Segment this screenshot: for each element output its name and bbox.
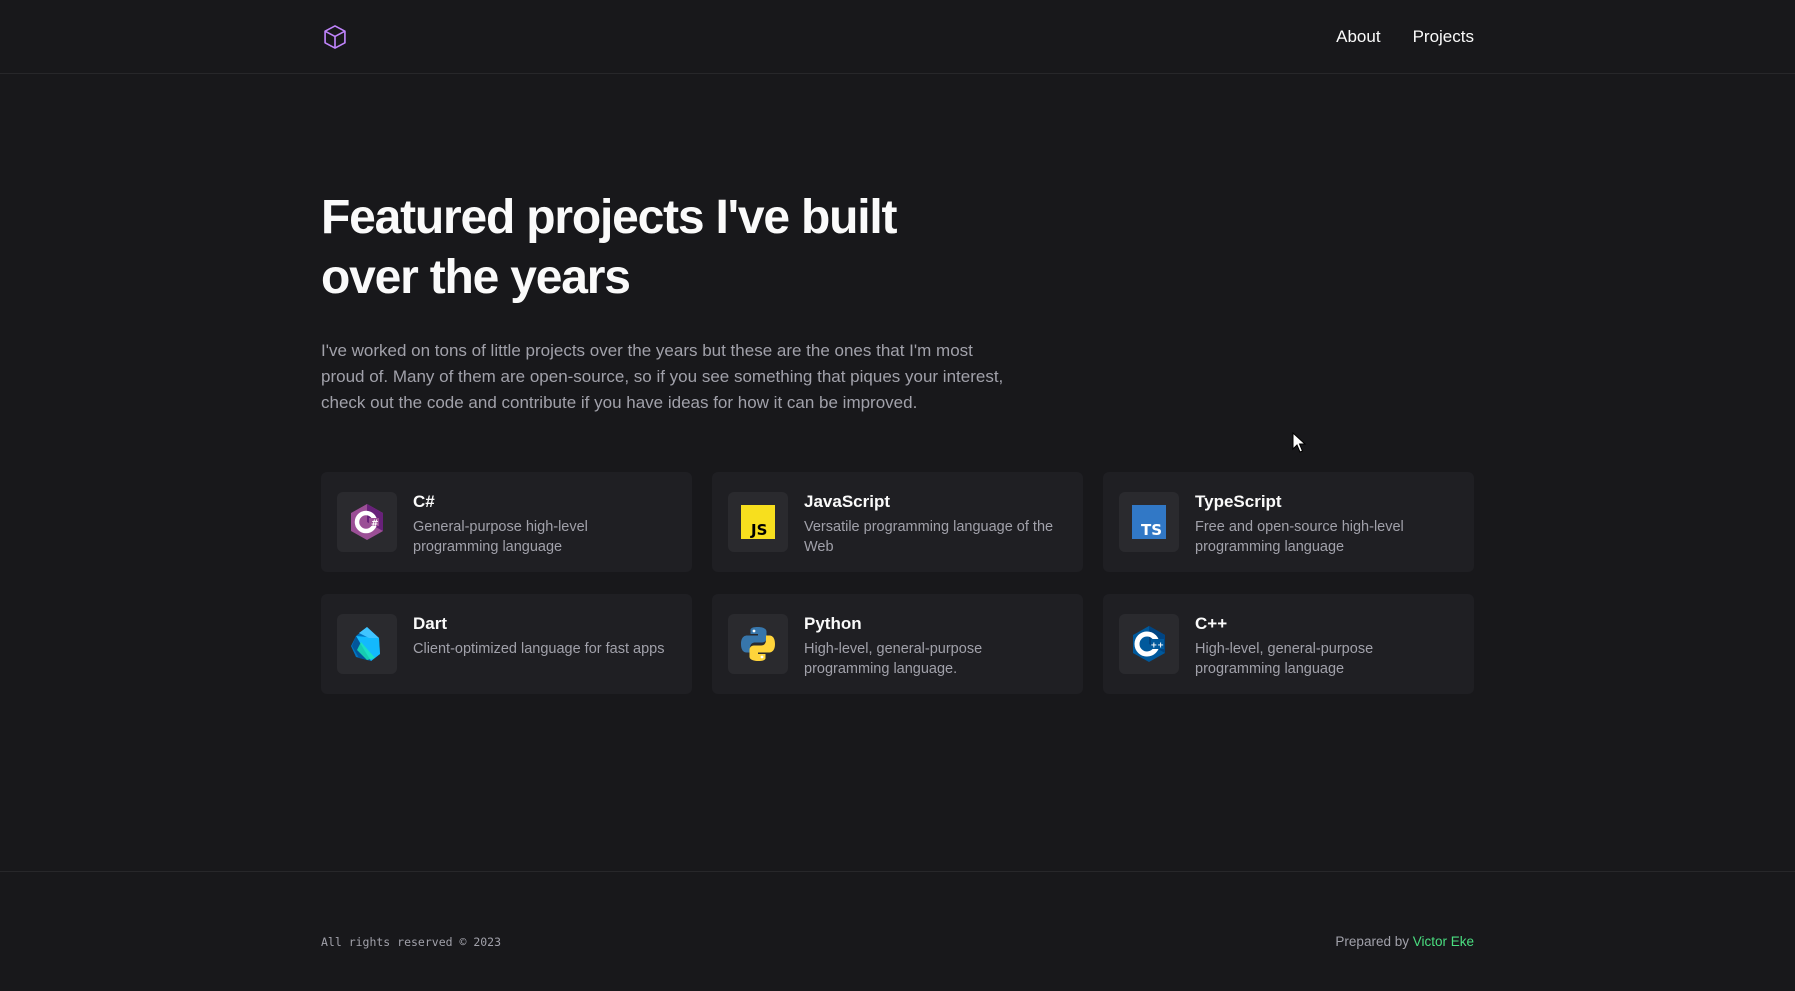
project-card-dart[interactable]: Dart Client-optimized language for fast … [321, 594, 692, 694]
site-header: About Projects [0, 0, 1795, 74]
project-card-typescript[interactable]: TS TypeScript Free and open-source high-… [1103, 472, 1474, 572]
javascript-icon: JS [741, 505, 775, 539]
csharp-icon-box: # [337, 492, 397, 552]
project-title: C# [413, 492, 435, 511]
mouse-cursor-icon [1292, 432, 1306, 453]
nav-about-link[interactable]: About [1336, 27, 1380, 47]
main-content: Featured projects I've built over the ye… [0, 74, 1795, 694]
project-title: TypeScript [1195, 492, 1282, 511]
project-title: JavaScript [804, 492, 890, 511]
project-description: Client-optimized language for fast apps [413, 641, 665, 657]
project-description: General-purpose high-level programming l… [413, 519, 588, 555]
svg-text:#: # [371, 519, 379, 529]
project-description: High-level, general-purpose programming … [804, 641, 983, 677]
prepared-by: Prepared by Victor Eke [1335, 934, 1474, 949]
projects-grid: # C# General-purpose high-level programm… [321, 472, 1474, 694]
cplusplus-icon: ++ [1133, 626, 1165, 662]
main-nav: About Projects [1336, 27, 1474, 47]
nav-projects-link[interactable]: Projects [1413, 27, 1474, 47]
dart-icon-box [337, 614, 397, 674]
project-description: Free and open-source high-level programm… [1195, 519, 1404, 555]
author-link[interactable]: Victor Eke [1413, 934, 1474, 949]
python-icon-box [728, 614, 788, 674]
copyright-text: All rights reserved © 2023 [321, 934, 502, 949]
intro-paragraph: I've worked on tons of little projects o… [321, 341, 1004, 412]
cube-icon[interactable] [321, 23, 349, 51]
project-title: C++ [1195, 614, 1228, 633]
project-card-python[interactable]: Python High-level, general-purpose progr… [712, 594, 1083, 694]
project-description: Versatile programming language of the We… [804, 519, 1054, 555]
typescript-icon: TS [1132, 505, 1166, 539]
site-footer: All rights reserved © 2023 Prepared by V… [0, 871, 1795, 991]
typescript-icon-box: TS [1119, 492, 1179, 552]
svg-text:TS: TS [1141, 521, 1162, 539]
svg-text:JS: JS [750, 521, 767, 539]
page-title: Featured projects I've built over the ye… [321, 191, 897, 304]
project-title: Dart [413, 614, 448, 633]
project-card-javascript[interactable]: JS JavaScript Versatile programming lang… [712, 472, 1083, 572]
cplusplus-icon-box: ++ [1119, 614, 1179, 674]
project-description: High-level, general-purpose programming … [1195, 641, 1374, 677]
project-title: Python [804, 614, 862, 633]
project-card-cplusplus[interactable]: ++ C++ High-level, general-purpose progr… [1103, 594, 1474, 694]
dart-icon [351, 627, 380, 661]
python-icon [741, 627, 775, 661]
prepared-by-prefix: Prepared by [1335, 934, 1413, 949]
csharp-icon: # [351, 504, 383, 540]
project-card-csharp[interactable]: # C# General-purpose high-level programm… [321, 472, 692, 572]
javascript-icon-box: JS [728, 492, 788, 552]
svg-text:++: ++ [1151, 641, 1164, 650]
